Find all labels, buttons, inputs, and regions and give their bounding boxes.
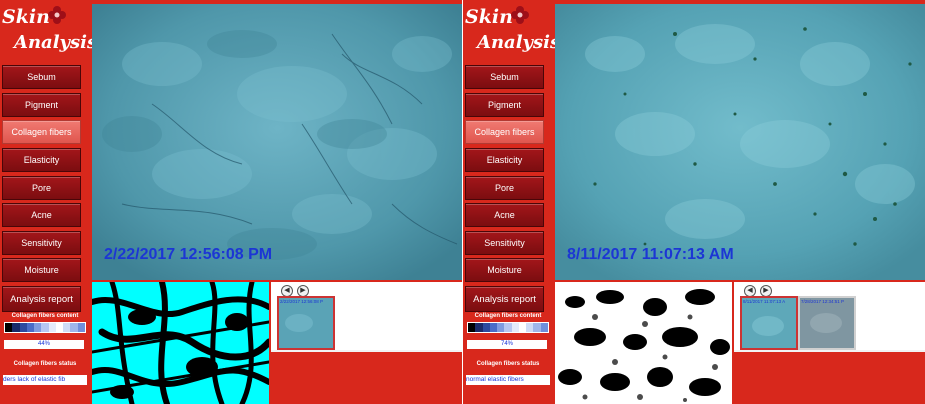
menu-acne[interactable]: Acne: [2, 203, 81, 227]
app-logo: Skin Analysis: [463, 2, 560, 60]
app-logo: Skin Analysis: [0, 2, 97, 60]
skin-photo: 2/22/2017 12:56:08 PM: [92, 4, 462, 280]
analysis-report-button[interactable]: Analysis report: [2, 286, 81, 312]
content-scale-bar: [4, 322, 86, 333]
menu-pigment[interactable]: Pigment: [2, 93, 81, 117]
content-percent: 44%: [4, 340, 84, 349]
menu-sebum[interactable]: Sebum: [2, 65, 81, 89]
menu-sensitivity[interactable]: Sensitivity: [465, 231, 544, 255]
right-analysis-panel: Skin Analysis Sebum Pigment Collagen fib…: [463, 0, 925, 404]
collagen-binary-map: [555, 282, 732, 404]
capture-timestamp: 2/22/2017 12:56:08 PM: [104, 246, 273, 263]
thumbnail-item[interactable]: 2/22/2017 12:56:08 P: [277, 296, 335, 350]
logo-word-skin: Skin: [2, 6, 50, 28]
binary-map-image: [92, 282, 269, 404]
details-area: [271, 350, 462, 404]
menu-elasticity[interactable]: Elasticity: [465, 148, 544, 172]
thumbnail-caption: 2/22/2017 12:56:08 P: [280, 299, 324, 304]
flower-icon: [511, 6, 529, 24]
thumbnail-item[interactable]: 8/11/2017 11:07:13 A: [740, 296, 798, 350]
history-thumbnails: ◀ ▶ 2/22/2017 12:56:08 P: [271, 282, 462, 350]
menu-elasticity[interactable]: Elasticity: [2, 148, 81, 172]
flower-icon: [48, 6, 66, 24]
menu-pore[interactable]: Pore: [2, 176, 81, 200]
skin-photo: 8/11/2017 11:07:13 AM: [555, 4, 925, 280]
thumbnail-image: [800, 298, 854, 348]
menu-moisture[interactable]: Moisture: [465, 258, 544, 282]
status-label: Collagen fibers status: [476, 361, 540, 367]
content-percent: 74%: [467, 340, 547, 349]
history-thumbnails: ◀ ▶ 8/11/2017 11:07:13 A 7/28/2017 12:34…: [734, 282, 925, 350]
sidebar: Skin Analysis Sebum Pigment Collagen fib…: [0, 0, 97, 404]
thumbnail-item[interactable]: 7/28/2017 12:34:51 P: [798, 296, 856, 350]
content-label: Collagen fibers content: [474, 313, 542, 319]
analysis-report-button[interactable]: Analysis report: [465, 286, 544, 312]
menu-collagen-fibers[interactable]: Collagen fibers: [465, 120, 544, 144]
content-scale-bar: [467, 322, 549, 333]
logo-word-analysis: Analysis: [477, 32, 561, 53]
thumbnail-image: [742, 298, 796, 348]
thumbnail-caption: 8/11/2017 11:07:13 A: [743, 299, 786, 304]
collagen-binary-map: [92, 282, 269, 404]
thumbnail-image: [279, 298, 333, 348]
sidebar: Skin Analysis Sebum Pigment Collagen fib…: [463, 0, 560, 404]
content-label: Collagen fibers content: [11, 313, 79, 319]
menu-sensitivity[interactable]: Sensitivity: [2, 231, 81, 255]
details-area: [734, 350, 925, 404]
logo-word-skin: Skin: [465, 6, 513, 28]
skin-photo-image: [92, 4, 462, 280]
status-label: Collagen fibers status: [13, 361, 77, 367]
menu-acne[interactable]: Acne: [465, 203, 544, 227]
left-analysis-panel: Skin Analysis Sebum Pigment Collagen fib…: [0, 0, 462, 404]
menu-sebum[interactable]: Sebum: [465, 65, 544, 89]
logo-word-analysis: Analysis: [14, 32, 98, 53]
menu-pigment[interactable]: Pigment: [465, 93, 544, 117]
status-value: normal elastic fibers: [466, 375, 550, 385]
capture-timestamp: 8/11/2017 11:07:13 AM: [567, 246, 734, 263]
binary-map-image: [555, 282, 732, 404]
skin-photo-image: [555, 4, 925, 280]
menu-collagen-fibers[interactable]: Collagen fibers: [2, 120, 81, 144]
menu-moisture[interactable]: Moisture: [2, 258, 81, 282]
menu-pore[interactable]: Pore: [465, 176, 544, 200]
thumbnail-caption: 7/28/2017 12:34:51 P: [801, 299, 845, 304]
status-value: ders lack of elastic fib: [3, 375, 87, 385]
